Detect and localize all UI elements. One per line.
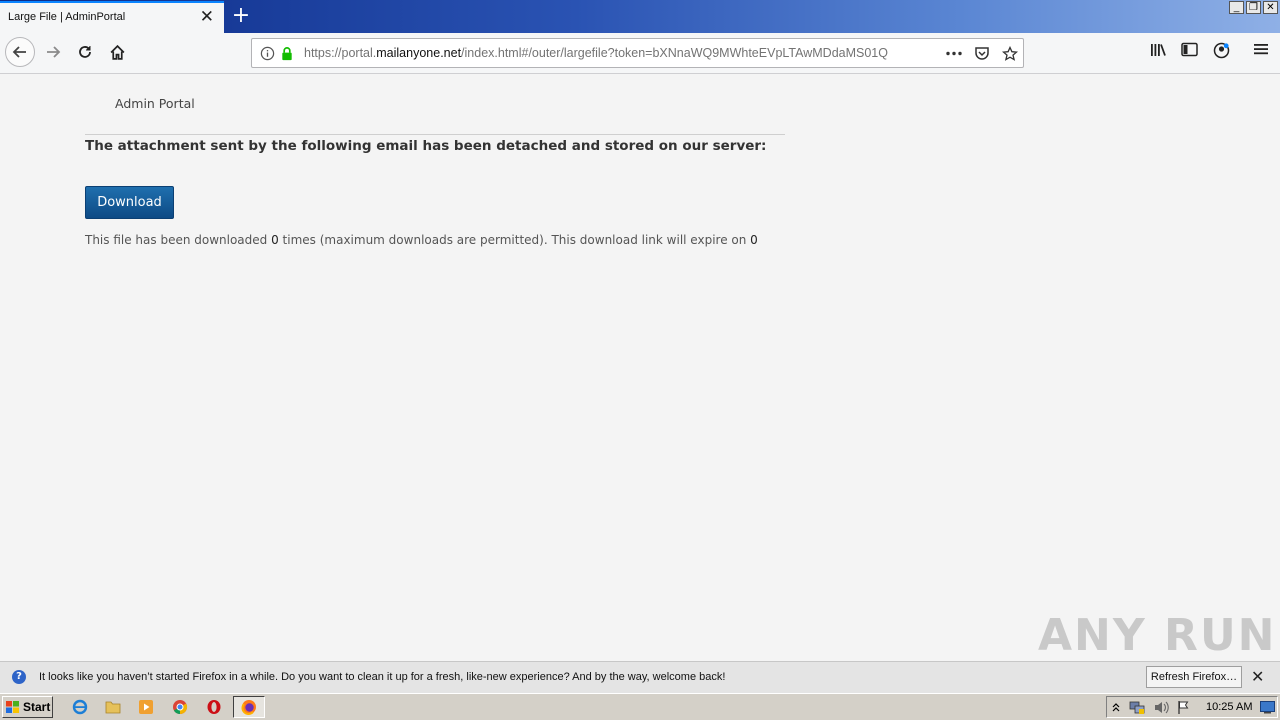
lock-icon[interactable] [280,46,294,61]
system-tray: 10:25 AM [1106,696,1278,718]
taskbar: Start 10:25 AM [0,693,1280,720]
reload-icon [79,46,91,58]
volume-icon[interactable] [1153,700,1169,715]
ie-icon[interactable] [71,698,89,716]
close-window-button[interactable]: ✕ [1263,1,1278,14]
download-button[interactable]: Download [85,186,174,219]
forward-button[interactable] [38,37,68,67]
download-count: 0 [271,233,279,247]
info-middle: times (maximum downloads are permitted).… [278,233,751,247]
media-player-icon[interactable] [137,698,155,716]
expire-value: 0 [750,233,758,247]
brand-title: Admin Portal [115,96,195,111]
show-desktop-icon[interactable] [1260,701,1275,714]
notification-text: It looks like you haven’t started Firefo… [39,671,726,683]
firefox-taskbar-button[interactable] [233,696,265,718]
tab-large-file[interactable]: Large File | AdminPortal ✕ [0,1,224,33]
notification-close-icon[interactable]: ✕ [1251,668,1264,686]
home-button[interactable] [102,37,132,67]
reload-button[interactable] [70,37,100,67]
restore-button[interactable]: ❐ [1246,1,1261,14]
url-prefix: https://portal. [304,46,377,60]
windows-logo-icon [6,700,19,713]
menu-icon[interactable] [1254,42,1268,56]
question-icon: ? [12,670,26,684]
title-bar: Large File | AdminPortal ✕ + _ ❐ ✕ [0,0,1280,33]
navigation-toolbar: https://portal.mailanyone.net/index.html… [0,33,1280,74]
window-controls: _ ❐ ✕ [1229,1,1278,14]
library-icon[interactable] [1150,42,1167,58]
action-center-flag-icon[interactable] [1177,700,1192,715]
new-tab-button[interactable]: + [230,3,252,29]
info-icon[interactable] [260,46,275,61]
pocket-icon[interactable] [974,46,990,61]
page-content: Admin Portal The attachment sent by the … [0,74,1280,661]
watermark-logo: ANY RUN [1038,610,1277,661]
firefox-icon [241,700,256,715]
clock: 10:25 AM [1206,701,1253,713]
page-heading: The attachment sent by the following ema… [85,138,767,154]
start-label: Start [23,700,51,714]
url-text[interactable]: https://portal.mailanyone.net/index.html… [304,46,909,60]
account-icon[interactable] [1213,42,1230,59]
back-button[interactable] [5,37,35,67]
tab-title: Large File | AdminPortal [8,11,126,23]
refresh-firefox-button[interactable]: Refresh Firefox… [1146,666,1242,688]
chrome-icon[interactable] [171,698,189,716]
notification-bar: ? It looks like you haven’t started Fire… [0,661,1280,693]
page-actions-icon[interactable] [946,51,962,56]
minimize-button[interactable]: _ [1229,1,1244,14]
start-button[interactable]: Start [2,696,53,718]
divider [85,134,785,135]
tray-expand-icon[interactable] [1112,702,1120,712]
folder-icon[interactable] [104,698,122,716]
bookmark-star-icon[interactable] [1002,46,1018,62]
back-arrow-icon [12,46,26,58]
network-icon[interactable] [1129,700,1145,715]
url-host: mailanyone.net [376,46,462,60]
forward-arrow-icon [47,46,61,58]
home-icon [110,44,124,60]
sidebar-icon[interactable] [1181,42,1198,57]
info-prefix: This file has been downloaded [85,233,272,247]
opera-icon[interactable] [205,698,223,716]
url-path: /index.html#/outer/largefile?token=bXNna… [461,46,888,60]
download-info: This file has been downloaded 0 times (m… [85,233,758,247]
url-bar[interactable]: https://portal.mailanyone.net/index.html… [251,38,1024,68]
tab-close-icon[interactable]: ✕ [200,8,214,26]
